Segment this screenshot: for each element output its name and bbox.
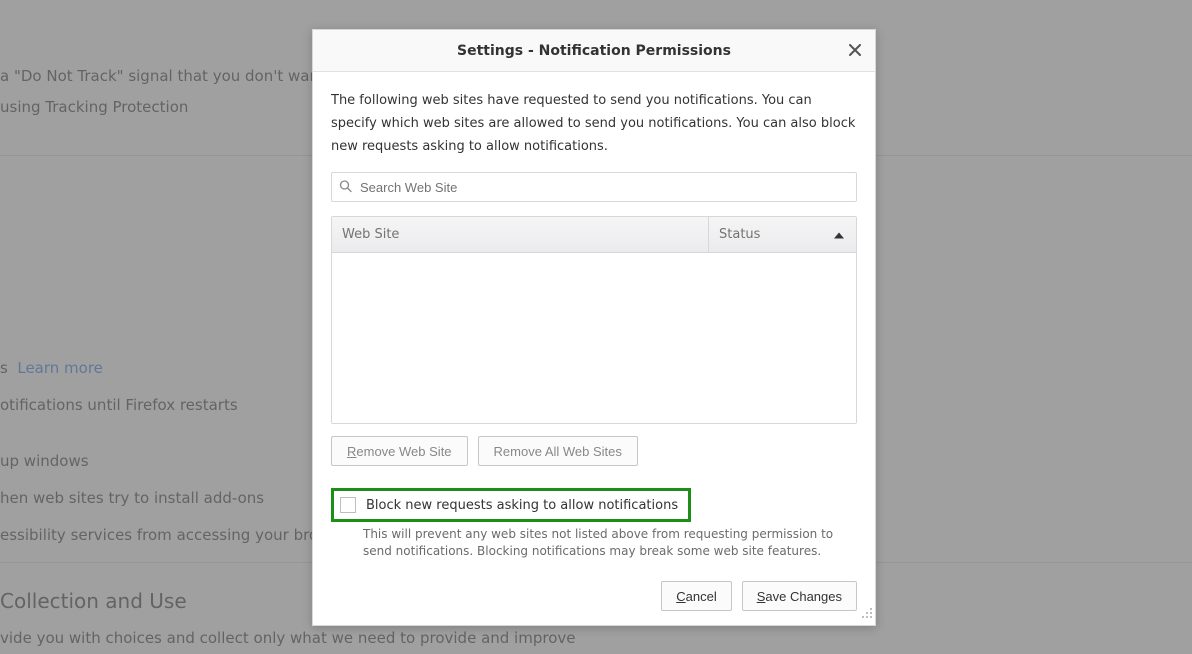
websites-table: Web Site Status <box>331 216 857 424</box>
remove-buttons-row: Remove Web Site Remove All Web Sites <box>331 436 857 466</box>
save-changes-button[interactable]: Save Changes <box>742 581 857 611</box>
search-container <box>331 172 857 202</box>
remove-all-websites-button[interactable]: Remove All Web Sites <box>478 436 638 466</box>
column-header-status-label: Status <box>719 227 760 242</box>
dialog-header: Settings - Notification Permissions <box>313 30 875 72</box>
block-requests-help-text: This will prevent any web sites not list… <box>363 526 857 560</box>
table-body-empty <box>332 253 856 423</box>
table-header: Web Site Status <box>332 217 856 253</box>
sort-asc-icon <box>834 227 844 242</box>
column-header-website[interactable]: Web Site <box>332 217 708 252</box>
column-header-status[interactable]: Status <box>708 217 856 252</box>
search-icon <box>339 178 352 197</box>
notification-permissions-dialog: Settings - Notification Permissions The … <box>312 29 876 626</box>
search-website-input[interactable] <box>331 172 857 202</box>
block-requests-label: Block new requests asking to allow notif… <box>366 498 678 513</box>
block-requests-checkbox[interactable] <box>340 497 356 513</box>
cancel-button[interactable]: Cancel <box>661 581 731 611</box>
block-requests-row: Block new requests asking to allow notif… <box>331 488 691 522</box>
close-button[interactable] <box>843 38 867 62</box>
resize-grip-icon[interactable] <box>861 604 873 623</box>
close-icon <box>849 44 861 56</box>
remove-website-button[interactable]: Remove Web Site <box>331 436 468 466</box>
dialog-title: Settings - Notification Permissions <box>457 43 731 59</box>
dialog-body: The following web sites have requested t… <box>313 72 875 571</box>
dialog-footer: Cancel Save Changes <box>313 571 875 625</box>
dialog-description: The following web sites have requested t… <box>331 90 857 158</box>
